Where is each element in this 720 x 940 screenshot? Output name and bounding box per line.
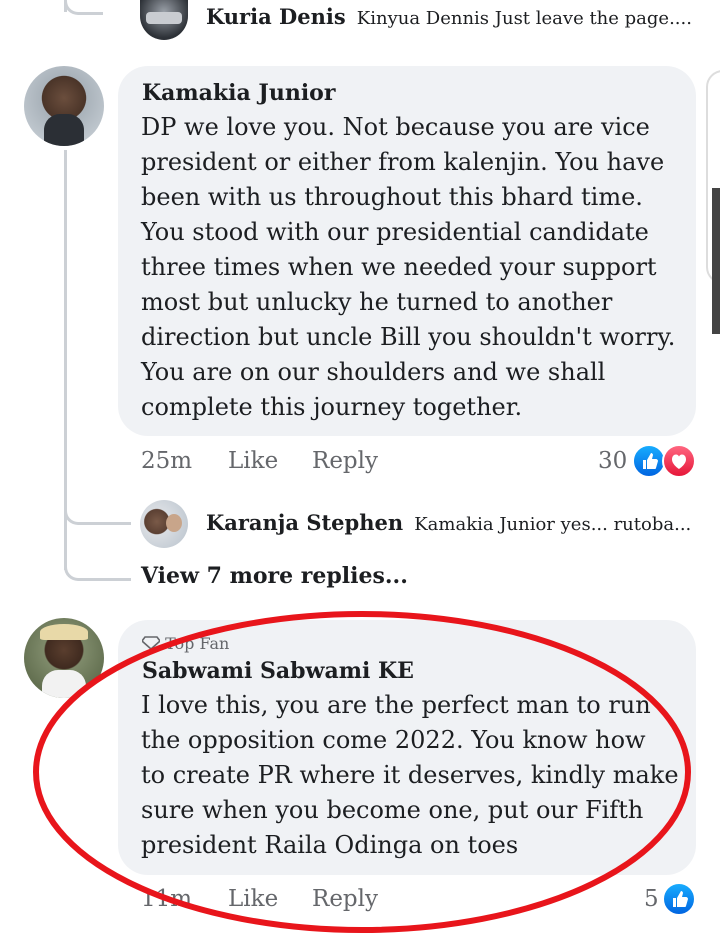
annotation-ellipse <box>33 611 691 933</box>
